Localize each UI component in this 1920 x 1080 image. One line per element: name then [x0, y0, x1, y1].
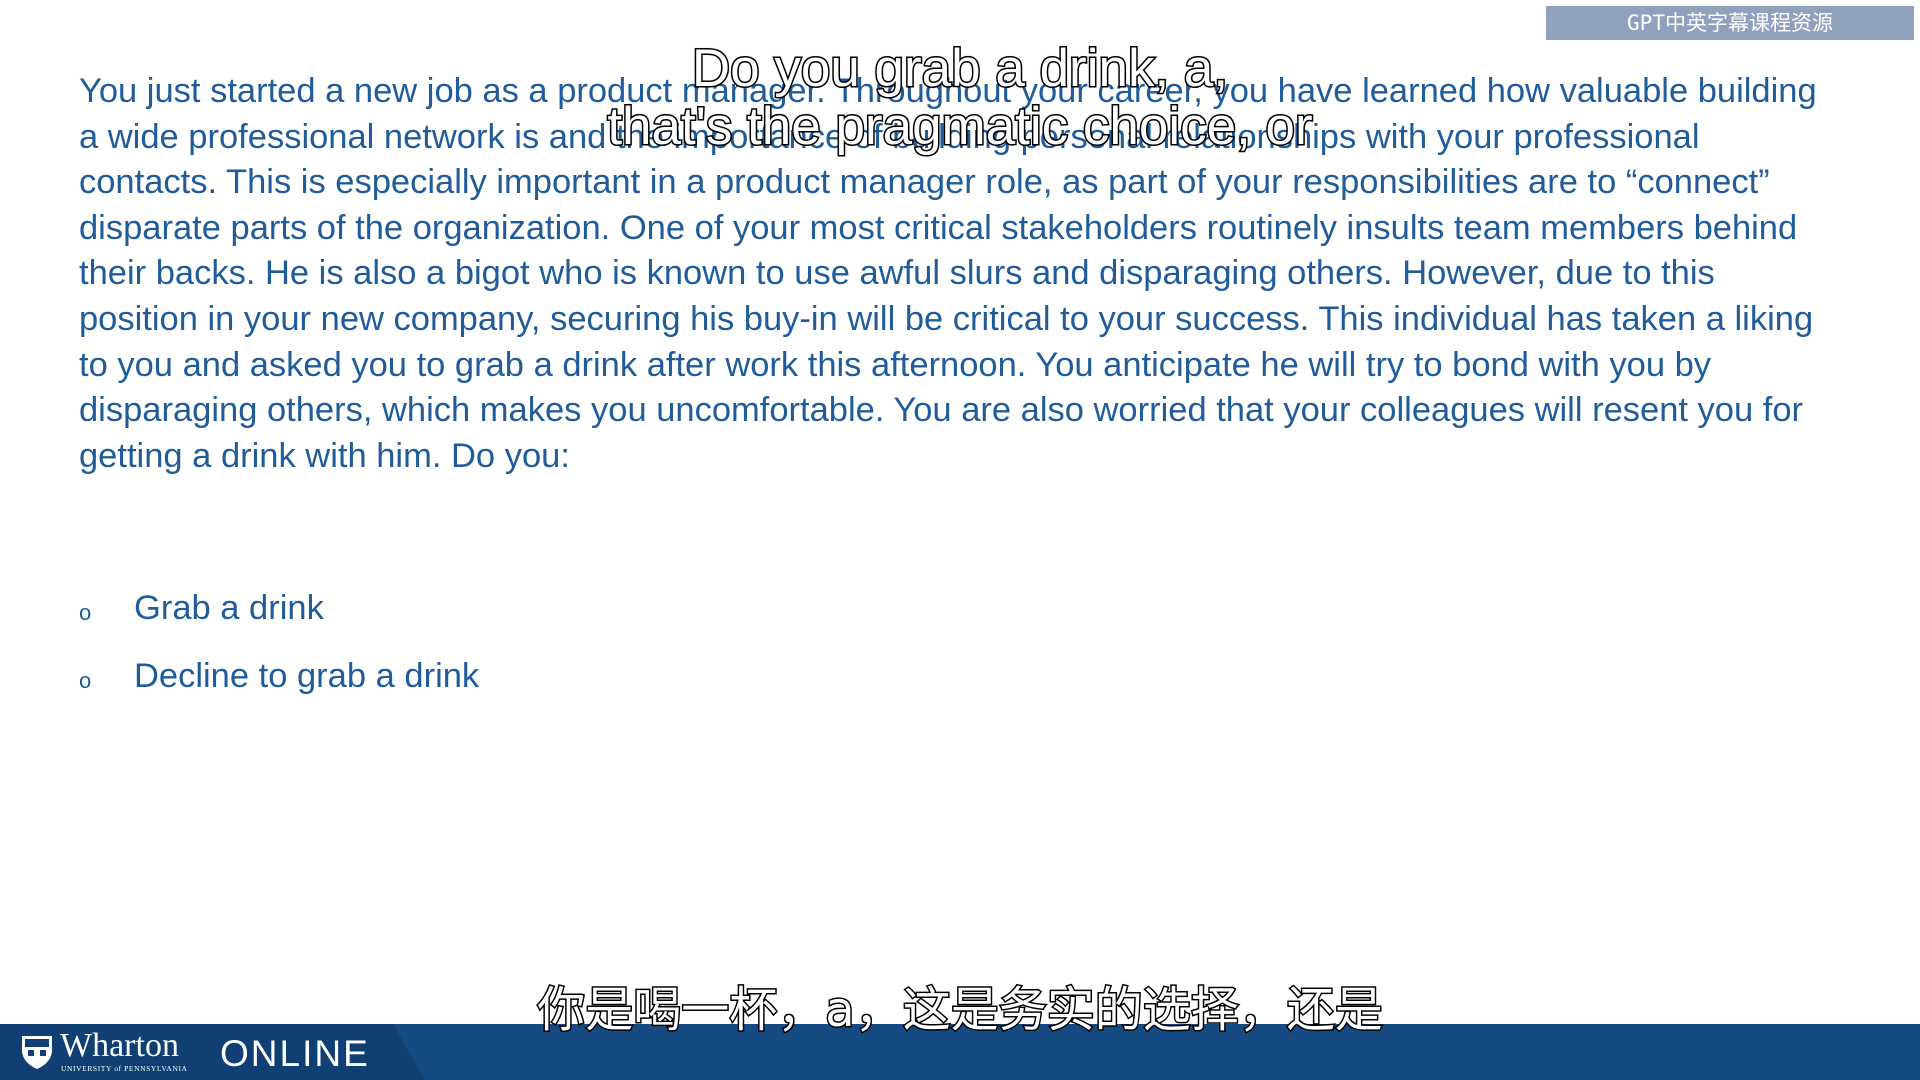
english-subtitle: Do you grab a drink, a, that's the pragm… — [0, 38, 1920, 157]
option-label: Decline to grab a drink — [134, 657, 480, 695]
slide: GPT中英字幕课程资源@bilibili.com You just starte… — [0, 0, 1920, 1080]
option-bullet-icon: o — [79, 668, 92, 693]
watermark-badge: GPT中英字幕课程资源@bilibili.com — [1546, 6, 1914, 69]
english-subtitle-line1: Do you grab a drink, a, — [690, 38, 1229, 99]
option-bullet-icon: o — [79, 600, 92, 625]
university-text: UNIVERSITY of PENNSYLVANIA — [61, 1064, 188, 1073]
option-label: Grab a drink — [134, 589, 324, 627]
online-text: ONLINE — [220, 1033, 370, 1074]
english-subtitle-line2: that's the pragmatic choice, or — [606, 96, 1314, 157]
shield-icon — [22, 1036, 52, 1069]
chinese-subtitle: 你是喝一杯，a，这是务实的选择，还是 — [536, 981, 1384, 1040]
